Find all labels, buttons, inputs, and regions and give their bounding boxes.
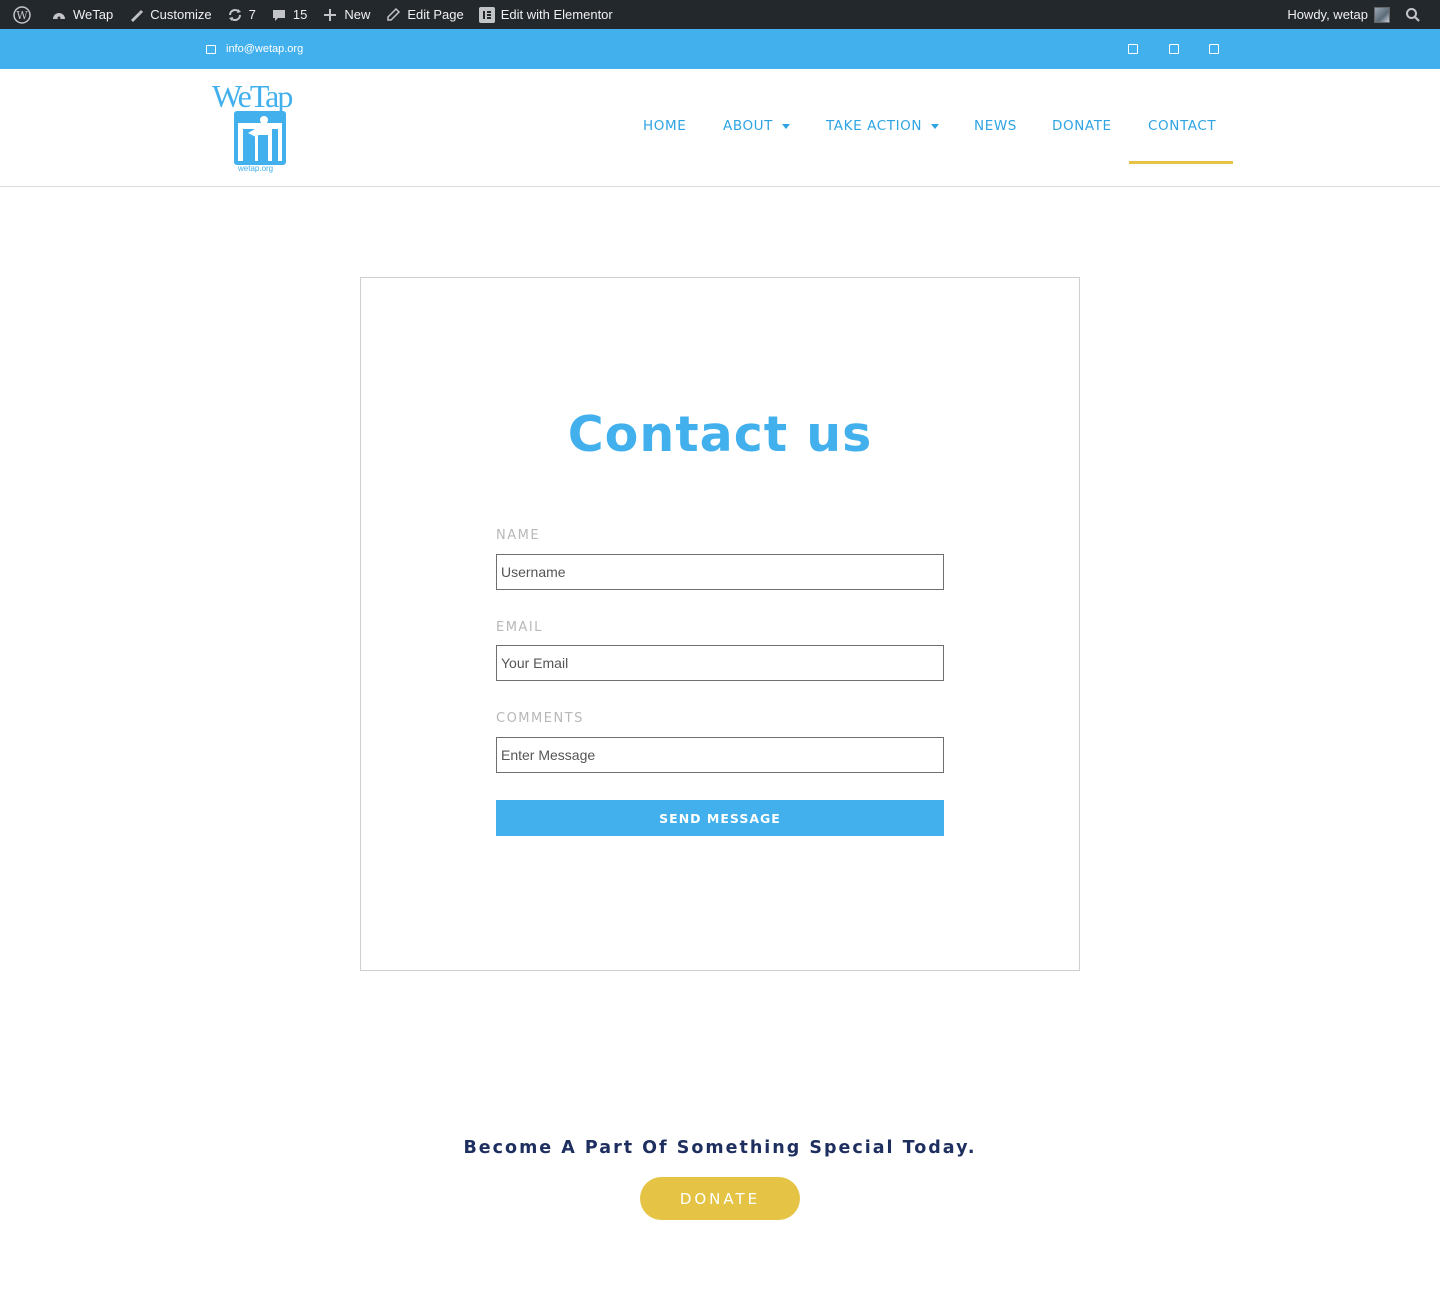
name-field[interactable] <box>496 554 944 590</box>
site-header: WeTap wetap.org HOME ABOUT TAKE ACTION N… <box>0 69 1440 187</box>
site-name-label: WeTap <box>73 7 114 22</box>
comments-link[interactable]: 15 <box>263 0 314 29</box>
nav-item-take-action[interactable]: TAKE ACTION <box>826 118 940 134</box>
donate-button[interactable]: DONATE <box>640 1177 800 1220</box>
svg-text:W: W <box>16 9 28 22</box>
brush-icon <box>127 6 145 24</box>
account-menu[interactable]: Howdy, wetap <box>1280 0 1397 29</box>
social-icon-1[interactable] <box>1128 44 1138 54</box>
caret-down-icon <box>782 123 791 129</box>
edit-elementor-link[interactable]: Edit with Elementor <box>471 0 620 29</box>
email-contact-link[interactable]: info@wetap.org <box>206 29 303 69</box>
email-address: info@wetap.org <box>226 43 304 55</box>
avatar <box>1374 6 1390 23</box>
nav-item-about[interactable]: ABOUT <box>723 118 791 134</box>
mail-icon <box>206 44 216 54</box>
send-message-button[interactable]: SEND MESSAGE <box>496 800 944 836</box>
email-label: EMAIL <box>496 620 543 635</box>
comments-label: COMMENTS <box>496 711 584 726</box>
refresh-icon <box>226 6 244 24</box>
new-content-link[interactable]: New <box>314 0 377 29</box>
comment-icon <box>270 6 288 24</box>
social-icon-2[interactable] <box>1169 44 1179 54</box>
wordpress-icon: W <box>13 5 31 24</box>
updates-count: 7 <box>248 7 256 22</box>
active-nav-indicator <box>1129 161 1233 164</box>
nav-item-donate[interactable]: DONATE <box>1052 118 1112 134</box>
nav-about-label: ABOUT <box>723 118 774 134</box>
nav-item-home[interactable]: HOME <box>643 118 686 134</box>
howdy-label: Howdy, wetap <box>1287 7 1368 22</box>
new-label: New <box>344 7 371 22</box>
edit-page-label: Edit Page <box>407 7 464 22</box>
page-title: Contact us <box>567 406 873 463</box>
nav-home-label: HOME <box>643 118 687 134</box>
social-icon-3[interactable] <box>1209 44 1219 54</box>
nav-contact-label: CONTACT <box>1148 118 1217 134</box>
contact-card: Contact us NAME EMAIL COMMENTS SEND MESS… <box>360 277 1080 971</box>
site-name-link[interactable]: WeTap <box>43 0 120 29</box>
email-field[interactable] <box>496 645 944 681</box>
edit-elementor-label: Edit with Elementor <box>500 7 613 22</box>
nav-item-news[interactable]: NEWS <box>974 118 1017 134</box>
admin-bar: W WeTap Customize 7 15 New Edit Page Edi… <box>0 0 1440 29</box>
comments-field[interactable] <box>496 737 944 773</box>
edit-page-link[interactable]: Edit Page <box>377 0 470 29</box>
updates-link[interactable]: 7 <box>219 0 263 29</box>
pencil-icon <box>384 6 402 24</box>
caret-down-icon <box>931 123 940 129</box>
elementor-icon <box>478 6 496 24</box>
wordpress-logo-button[interactable]: W <box>6 0 43 29</box>
customize-label: Customize <box>150 7 212 22</box>
admin-search-button[interactable] <box>1397 0 1434 29</box>
nav-news-label: NEWS <box>974 118 1017 134</box>
plus-icon <box>321 6 339 24</box>
main-nav: HOME ABOUT TAKE ACTION NEWS DONATE CONTA… <box>0 69 1440 185</box>
name-label: NAME <box>496 528 541 543</box>
nav-donate-label: DONATE <box>1052 118 1112 134</box>
top-info-bar: info@wetap.org <box>0 29 1440 69</box>
nav-take-action-label: TAKE ACTION <box>826 118 923 134</box>
cta-tagline: Become A Part Of Something Special Today… <box>463 1138 977 1158</box>
customize-link[interactable]: Customize <box>120 0 218 29</box>
search-icon <box>1404 6 1422 24</box>
nav-item-contact[interactable]: CONTACT <box>1148 118 1216 134</box>
comments-count: 15 <box>292 7 308 22</box>
dashboard-icon <box>50 6 68 24</box>
